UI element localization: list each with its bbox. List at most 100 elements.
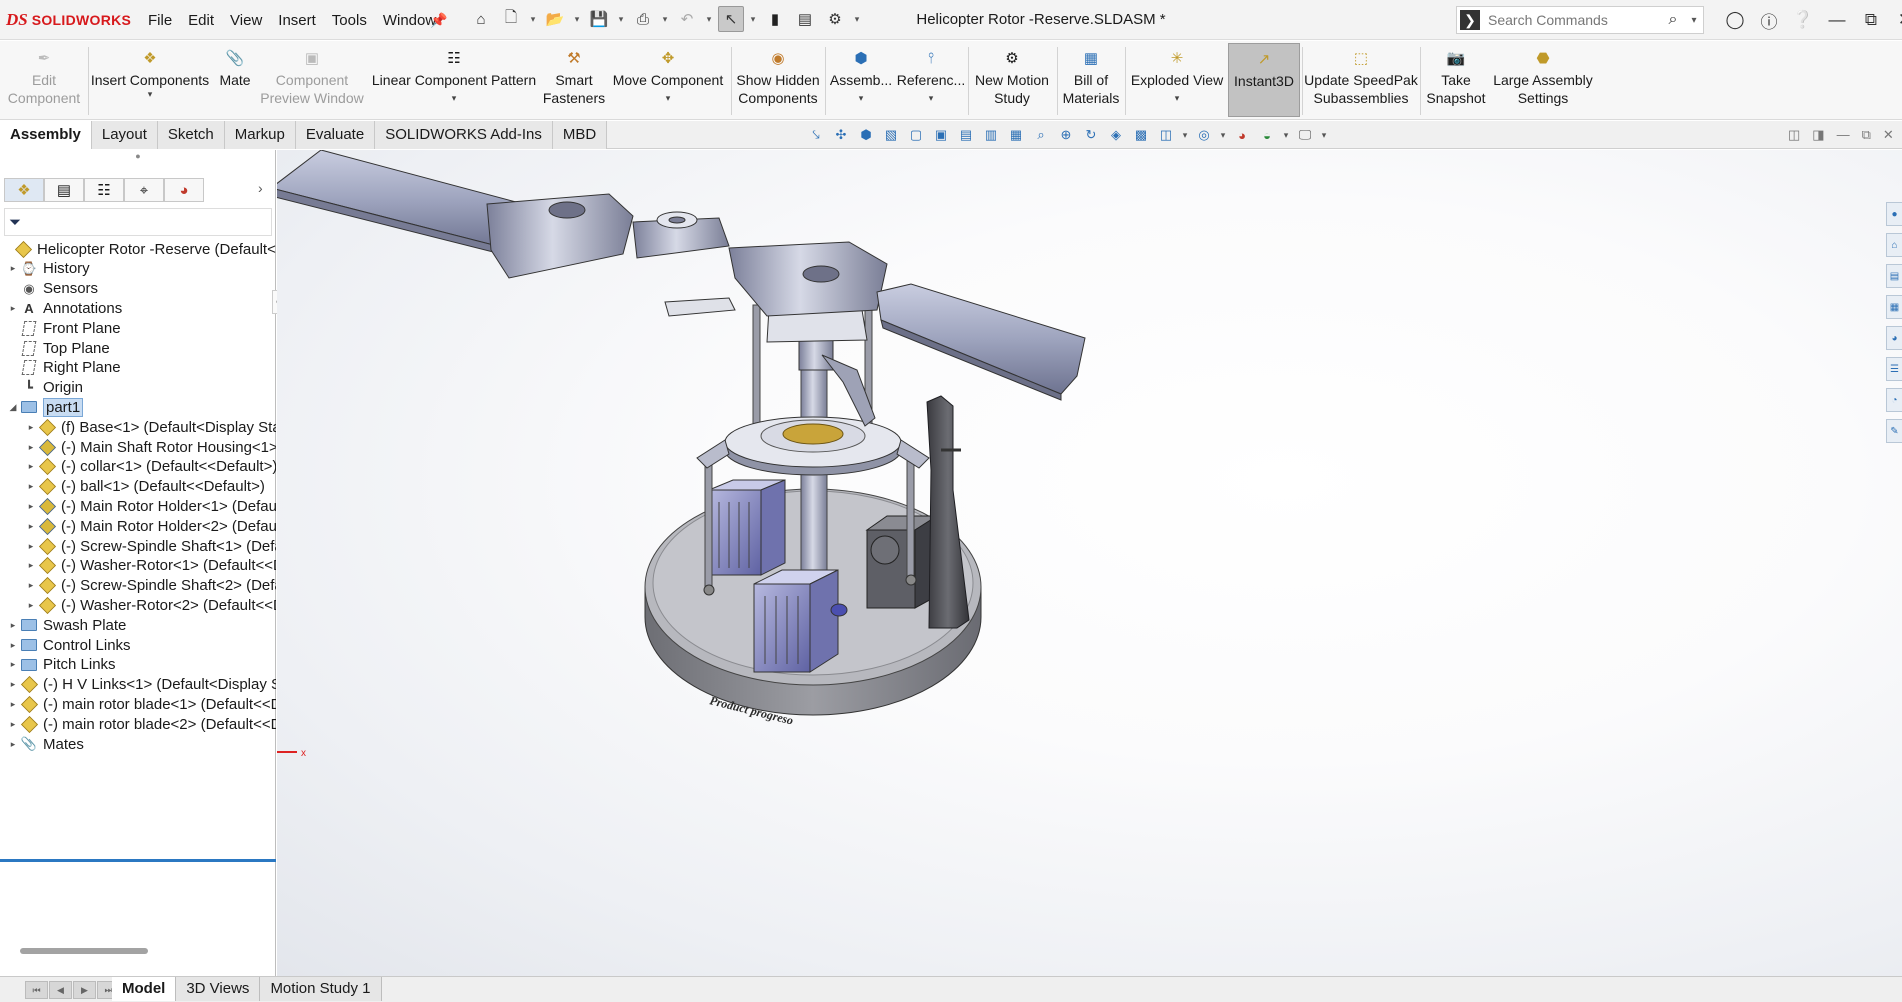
expand-arrow-icon[interactable]: ▸ <box>24 442 38 453</box>
solidworks-forum-icon[interactable]: ◔ <box>1886 388 1902 412</box>
save-dropdown-icon[interactable]: ▾ <box>616 14 626 25</box>
linear-component-pattern-button[interactable]: ☷ Linear Component Pattern ▾ <box>368 43 540 117</box>
view-dimetric-icon[interactable]: ▦ <box>1006 127 1026 143</box>
expand-arrow-icon[interactable]: ▸ <box>6 640 20 651</box>
solidworks-resources-icon[interactable]: ● <box>1886 202 1902 226</box>
insert-components-button[interactable]: ❖ Insert Components ▾ <box>90 43 210 117</box>
help-options-icon[interactable]: ❔ <box>1786 6 1820 34</box>
rotate-view-icon[interactable]: ↻ <box>1081 127 1101 143</box>
display-dropdown-icon[interactable]: ▾ <box>1181 130 1189 141</box>
helicopter-rotor-model[interactable]: Product progreso x <box>277 150 1902 976</box>
tab-model[interactable]: Model <box>112 977 177 1001</box>
help-icon[interactable]: ⓘ <box>1752 6 1786 34</box>
user-account-icon[interactable]: ◯ <box>1718 6 1752 34</box>
options-gear-icon[interactable]: ⚙ <box>822 6 848 32</box>
design-library-icon[interactable]: ⌂ <box>1886 233 1902 257</box>
appearances-icon[interactable]: ◕ <box>1886 326 1902 350</box>
custom-properties-icon[interactable]: ☰ <box>1886 357 1902 381</box>
file-explorer-icon[interactable]: ▤ <box>1886 264 1902 288</box>
expand-arrow-icon[interactable]: ▸ <box>24 560 38 571</box>
expand-arrow-icon[interactable]: ▸ <box>24 541 38 552</box>
move-component-button[interactable]: ✥ Move Component ▾ <box>608 43 728 117</box>
smart-fasteners-button[interactable]: ⚒ Smart Fasteners <box>543 43 605 117</box>
horizontal-scrollbar[interactable] <box>20 948 148 954</box>
dimxpertmanager-tab-icon[interactable]: ⌖ <box>124 178 164 202</box>
close-icon[interactable]: ✕ <box>1888 6 1902 34</box>
rollback-bar[interactable] <box>0 859 276 862</box>
tile-right-icon[interactable]: ◨ <box>1812 127 1824 143</box>
displaymanager-tab-icon[interactable]: ◕ <box>164 178 204 202</box>
configurationmanager-tab-icon[interactable]: ☷ <box>84 178 124 202</box>
view-orientation-icon[interactable]: ◫ <box>1156 127 1176 143</box>
tree-filter-field[interactable]: ⏷ <box>4 208 272 236</box>
zoom-in-icon[interactable]: ⊕ <box>1056 127 1076 143</box>
view-right-icon[interactable]: ▤ <box>956 127 976 143</box>
search-icon[interactable]: ⌕ <box>1661 11 1685 29</box>
expand-arrow-icon[interactable]: ▸ <box>6 719 20 730</box>
scene-dropdown-icon[interactable]: ▾ <box>1282 130 1290 141</box>
options-dropdown-icon[interactable]: ▾ <box>852 14 862 25</box>
previous-view-icon[interactable]: ⬢ <box>856 127 876 143</box>
tab-layout[interactable]: Layout <box>91 121 158 149</box>
tab-mbd[interactable]: MBD <box>552 121 608 149</box>
print-icon[interactable]: ⎙ <box>630 6 656 32</box>
panel-splitter-icon[interactable]: ● <box>0 150 276 162</box>
tab-3d-views[interactable]: 3D Views <box>176 977 261 1001</box>
tab-assembly[interactable]: Assembly <box>0 121 92 149</box>
prev-tab-icon[interactable]: ◀ <box>49 981 72 999</box>
featuremanager-tab-icon[interactable]: ❖ <box>4 178 44 202</box>
insert-components-dropdown-icon[interactable]: ▾ <box>148 89 153 99</box>
search-commands-box[interactable]: ❯ Search Commands ⌕ ▾ <box>1456 6 1704 34</box>
tab-addins[interactable]: SOLIDWORKS Add-Ins <box>375 121 553 149</box>
expand-arrow-icon[interactable]: ▸ <box>24 422 38 433</box>
edit-component-button[interactable]: ✒ Edit Component <box>4 43 84 117</box>
collapse-arrow-icon[interactable]: ◢ <box>6 402 20 413</box>
expand-arrow-icon[interactable]: ▸ <box>24 501 38 512</box>
new-motion-study-button[interactable]: ⚙ New Motion Study <box>970 43 1054 117</box>
update-speedpak-button[interactable]: ⬚ Update SpeedPak Subassemblies <box>1304 43 1418 117</box>
select-dropdown-icon[interactable]: ▾ <box>748 14 758 25</box>
tree-item[interactable]: ▸ 📎 Mates <box>0 732 276 756</box>
expand-arrow-icon[interactable]: ▸ <box>24 600 38 611</box>
open-dropdown-icon[interactable]: ▾ <box>572 14 582 25</box>
menu-edit[interactable]: Edit <box>180 10 222 32</box>
viewport-restore-icon[interactable]: ⧉ <box>1862 127 1871 143</box>
home-icon[interactable]: ⌂ <box>468 6 494 32</box>
section-view-icon[interactable]: ▧ <box>881 127 901 143</box>
hide-show-items-icon[interactable]: ◎ <box>1194 127 1214 143</box>
expand-arrow-icon[interactable]: ▸ <box>6 679 20 690</box>
exploded-view-button[interactable]: ✳ Exploded View ▾ <box>1128 43 1226 117</box>
undo-icon[interactable]: ↶ <box>674 6 700 32</box>
propertymanager-tab-icon[interactable]: ▤ <box>44 178 84 202</box>
zoom-area-icon[interactable]: ✣ <box>831 127 851 143</box>
expand-arrow-icon[interactable]: ▸ <box>24 461 38 472</box>
restore-icon[interactable]: ⧉ <box>1854 6 1888 34</box>
linear-pattern-dropdown-icon[interactable]: ▾ <box>452 93 457 103</box>
exploded-view-dropdown-icon[interactable]: ▾ <box>1175 93 1180 103</box>
show-hidden-components-button[interactable]: ◉ Show Hidden Components <box>734 43 822 117</box>
minimize-icon[interactable]: — <box>1820 6 1854 34</box>
save-icon[interactable]: 💾 <box>586 6 612 32</box>
next-tab-icon[interactable]: ▶ <box>73 981 96 999</box>
more-tabs-chevron-icon[interactable]: › <box>258 180 263 196</box>
graphics-area[interactable]: Product progreso x ● ⌂ ▤ ▦ ◕ ☰ ◔ ✎ <box>277 150 1902 976</box>
expand-arrow-icon[interactable]: ▸ <box>6 263 20 274</box>
pin-menu-icon[interactable]: 📌 <box>430 12 447 29</box>
undo-dropdown-icon[interactable]: ▾ <box>704 14 714 25</box>
take-snapshot-button[interactable]: 📷 Take Snapshot <box>1422 43 1490 117</box>
view-top-icon[interactable]: ▣ <box>931 127 951 143</box>
rebuild-icon[interactable]: ▮ <box>762 6 788 32</box>
display-style-icon[interactable]: ▩ <box>1131 127 1151 143</box>
print-dropdown-icon[interactable]: ▾ <box>660 14 670 25</box>
menu-tools[interactable]: Tools <box>324 10 375 32</box>
instant3d-button[interactable]: ↗ Instant3D <box>1228 43 1300 117</box>
menu-view[interactable]: View <box>222 10 270 32</box>
tile-left-icon[interactable]: ◫ <box>1788 127 1800 143</box>
viewport-minimize-icon[interactable]: — <box>1837 127 1850 143</box>
expand-arrow-icon[interactable]: ▸ <box>24 580 38 591</box>
view-iso-icon[interactable]: ▥ <box>981 127 1001 143</box>
expand-arrow-icon[interactable]: ▸ <box>6 620 20 631</box>
magnify-icon[interactable]: ⌕ <box>1031 127 1051 143</box>
view-settings-monitor-icon[interactable]: 🖵 <box>1295 127 1315 143</box>
first-tab-icon[interactable]: ⏮ <box>25 981 48 999</box>
